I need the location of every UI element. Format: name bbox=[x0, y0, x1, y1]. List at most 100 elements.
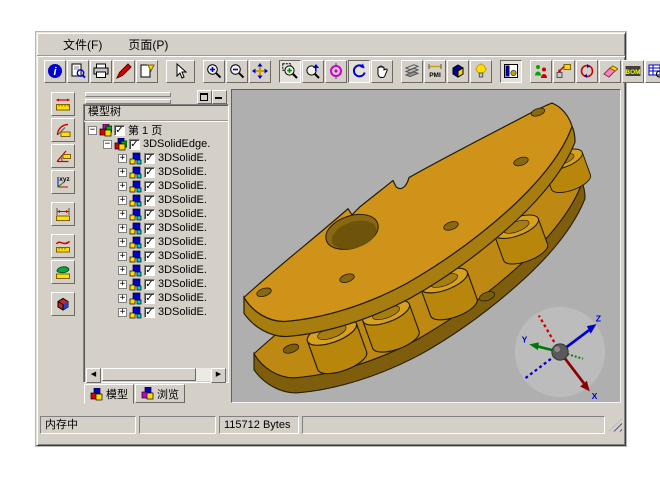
tree-item-label[interactable]: 3DSolidE. bbox=[158, 166, 207, 178]
tree-expander-plus[interactable]: + bbox=[118, 182, 127, 191]
measure-volume-button[interactable] bbox=[51, 292, 75, 316]
tab-browse[interactable]: 浏览 bbox=[135, 384, 185, 403]
status-panels: 内存中115712 Bytes bbox=[40, 416, 608, 434]
tree-checkbox[interactable]: ✓ bbox=[144, 279, 155, 290]
tree-item-label[interactable]: 3DSolidE. bbox=[158, 194, 207, 206]
tree-checkbox[interactable]: ✓ bbox=[144, 153, 155, 164]
resize-grip[interactable] bbox=[609, 419, 622, 432]
scroll-thumb[interactable] bbox=[102, 368, 196, 381]
menu-page[interactable]: 页面(P) bbox=[120, 34, 176, 55]
tree-checkbox[interactable]: ✓ bbox=[144, 209, 155, 220]
views-cube-button[interactable] bbox=[447, 60, 469, 83]
tree-checkbox[interactable]: ✓ bbox=[144, 237, 155, 248]
tree-item-label[interactable]: 3DSolidE. bbox=[158, 222, 207, 234]
tab-model[interactable]: 模型 bbox=[84, 384, 134, 404]
page-icon bbox=[99, 124, 112, 137]
measure-length-button[interactable] bbox=[51, 92, 75, 116]
tree-item-label[interactable]: 3DSolidEdge. bbox=[143, 138, 210, 150]
desktop: 文件(F) 页面(P) iPMIBOM xyz 模型树 −✓第 1 页−✓3DS… bbox=[0, 0, 660, 477]
measure-angle-button[interactable] bbox=[51, 144, 75, 168]
panel-toggle-button[interactable] bbox=[500, 60, 522, 83]
tree-checkbox[interactable]: ✓ bbox=[144, 265, 155, 276]
tree-expander-plus[interactable]: + bbox=[118, 308, 127, 317]
tree-checkbox[interactable]: ✓ bbox=[114, 125, 125, 136]
viewport-3d[interactable]: Z X Y bbox=[231, 89, 621, 403]
scroll-track[interactable] bbox=[197, 368, 211, 381]
table-search-button[interactable] bbox=[645, 60, 660, 83]
measure-area-button[interactable] bbox=[51, 260, 75, 284]
info-button[interactable]: i bbox=[44, 60, 66, 83]
tree-item: − ✓3DSolidEdge. bbox=[86, 137, 226, 151]
tree-expander-plus[interactable]: + bbox=[118, 210, 127, 219]
light-button[interactable] bbox=[470, 60, 492, 83]
tree-expander-plus[interactable]: + bbox=[118, 224, 127, 233]
tree-item-label[interactable]: 3DSolidE. bbox=[158, 180, 207, 192]
tree-expander-minus[interactable]: − bbox=[103, 140, 112, 149]
measure-radius-button[interactable] bbox=[51, 118, 75, 142]
tree-indent bbox=[86, 256, 118, 257]
preview-doc-button[interactable] bbox=[67, 60, 89, 83]
tree-expander-plus[interactable]: + bbox=[118, 196, 127, 205]
menu-file[interactable]: 文件(F) bbox=[55, 34, 110, 55]
tree-expander-plus[interactable]: + bbox=[118, 294, 127, 303]
cursor-button[interactable] bbox=[166, 60, 195, 83]
tree-checkbox[interactable]: ✓ bbox=[129, 139, 140, 150]
export-doc-button[interactable] bbox=[136, 60, 158, 83]
pan-button[interactable] bbox=[249, 60, 271, 83]
tree-expander-minus[interactable]: − bbox=[88, 126, 97, 135]
measure-coordinate-button[interactable]: xyz bbox=[51, 170, 75, 194]
people-button[interactable] bbox=[530, 60, 552, 83]
tree-item: + ✓3DSolidE. bbox=[86, 165, 226, 179]
zoom-in-button[interactable] bbox=[203, 60, 225, 83]
tree-expander-plus[interactable]: + bbox=[118, 252, 127, 261]
hand-button[interactable] bbox=[371, 60, 393, 83]
tree-expander-plus[interactable]: + bbox=[118, 266, 127, 275]
reassemble-button[interactable] bbox=[576, 60, 598, 83]
tree-checkbox[interactable]: ✓ bbox=[144, 293, 155, 304]
model-tree-dock: 模型树 −✓第 1 页−✓3DSolidEdge.+✓3DSolidE.+✓3D… bbox=[83, 89, 229, 403]
panel-title: 模型树 bbox=[84, 105, 228, 121]
layers-button[interactable] bbox=[401, 60, 423, 83]
tree-item-label[interactable]: 3DSolidE. bbox=[158, 292, 207, 304]
explode-button[interactable] bbox=[553, 60, 575, 83]
tree-checkbox[interactable]: ✓ bbox=[144, 307, 155, 318]
model-tree: −✓第 1 页−✓3DSolidEdge.+✓3DSolidE.+✓3DSoli… bbox=[86, 123, 226, 367]
measure-curve-button[interactable] bbox=[51, 234, 75, 258]
tree-item-label[interactable]: 3DSolidE. bbox=[158, 306, 207, 318]
tree-checkbox[interactable]: ✓ bbox=[144, 195, 155, 206]
dock-hide-button[interactable] bbox=[212, 90, 227, 104]
scroll-right-button[interactable]: ▶ bbox=[211, 368, 226, 383]
scroll-left-button[interactable]: ◀ bbox=[86, 368, 101, 383]
tree-item-label[interactable]: 3DSolidE. bbox=[158, 152, 207, 164]
print-icon bbox=[93, 63, 109, 79]
tree-checkbox[interactable]: ✓ bbox=[144, 167, 155, 178]
tree-item-label[interactable]: 3DSolidE. bbox=[158, 278, 207, 290]
print-button[interactable] bbox=[90, 60, 112, 83]
zoom-window-button[interactable] bbox=[279, 60, 301, 83]
eraser-button[interactable] bbox=[599, 60, 621, 83]
tree-expander-plus[interactable]: + bbox=[118, 280, 127, 289]
rotate-button[interactable] bbox=[348, 60, 370, 83]
tree-checkbox[interactable]: ✓ bbox=[144, 181, 155, 192]
tree-item-label[interactable]: 第 1 页 bbox=[128, 123, 162, 138]
zoom-out-button[interactable] bbox=[226, 60, 248, 83]
markup-pen-button[interactable] bbox=[113, 60, 135, 83]
hand-icon bbox=[374, 63, 390, 79]
pmi-button[interactable]: PMI bbox=[424, 60, 446, 83]
tree-item-label[interactable]: 3DSolidE. bbox=[158, 236, 207, 248]
tree-checkbox[interactable]: ✓ bbox=[144, 251, 155, 262]
measure-distance-button[interactable] bbox=[51, 202, 75, 226]
orientation-trackball[interactable]: Z X Y bbox=[512, 304, 608, 400]
tree-checkbox[interactable]: ✓ bbox=[144, 223, 155, 234]
bom-button[interactable]: BOM bbox=[622, 60, 644, 83]
tree-item-label[interactable]: 3DSolidE. bbox=[158, 264, 207, 276]
tree-expander-plus[interactable]: + bbox=[118, 238, 127, 247]
rotate-center-button[interactable] bbox=[325, 60, 347, 83]
dock-float-button[interactable] bbox=[197, 90, 212, 104]
tree-expander-plus[interactable]: + bbox=[118, 168, 127, 177]
tree-expander-plus[interactable]: + bbox=[118, 154, 127, 163]
toolbar-group bbox=[499, 60, 522, 83]
zoom-select-button[interactable] bbox=[302, 60, 324, 83]
tree-item-label[interactable]: 3DSolidE. bbox=[158, 208, 207, 220]
tree-item-label[interactable]: 3DSolidE. bbox=[158, 250, 207, 262]
